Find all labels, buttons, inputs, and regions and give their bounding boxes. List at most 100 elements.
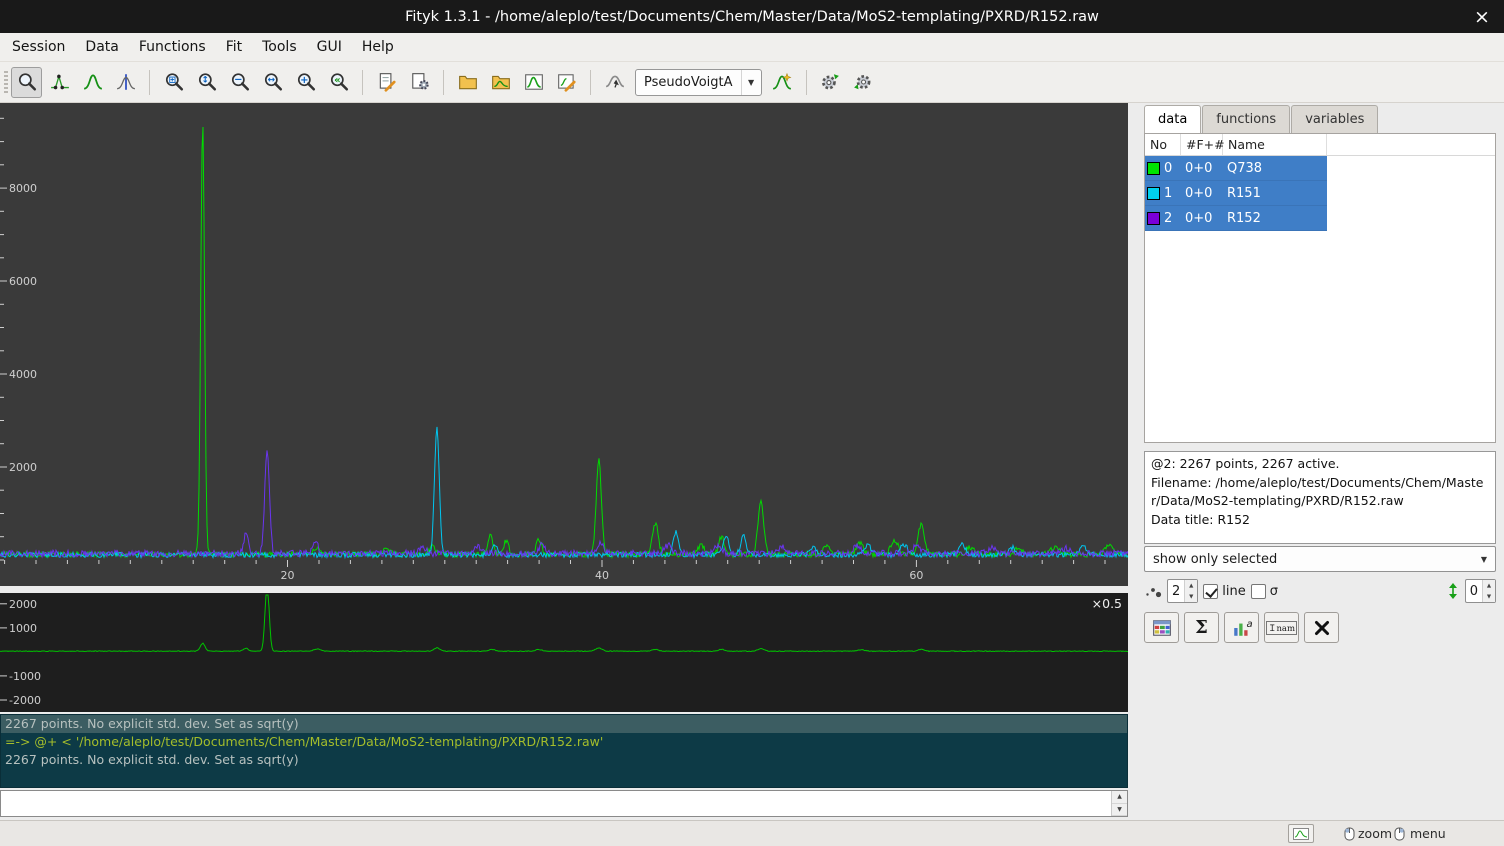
line-checkbox-label: line xyxy=(1222,584,1245,599)
menu-help[interactable]: Help xyxy=(352,33,404,61)
open-data-icon xyxy=(458,72,478,92)
auto-add-peak-button[interactable] xyxy=(767,67,798,98)
svg-text:4000: 4000 xyxy=(9,368,37,381)
gui-settings-button[interactable] xyxy=(404,67,435,98)
sidebar-tabs: data functions variables xyxy=(1144,105,1496,133)
line-checkbox[interactable]: line xyxy=(1203,584,1245,599)
add-peak-mode-button[interactable] xyxy=(77,67,108,98)
dataset-color-swatch[interactable] xyxy=(1147,187,1160,200)
zoom-out-button[interactable]: − xyxy=(224,67,255,98)
dataset-color-swatch[interactable] xyxy=(1147,212,1160,225)
status-plot-toggle-button[interactable] xyxy=(1288,824,1314,843)
spin-down-icon[interactable]: ▼ xyxy=(1185,591,1197,602)
close-button[interactable]: × xyxy=(1468,0,1496,33)
console-line: =-> @+ < '/home/aleplo/test/Documents/Ch… xyxy=(5,733,1123,751)
tab-data[interactable]: data xyxy=(1144,105,1201,133)
svg-text:2000: 2000 xyxy=(9,598,37,611)
command-input[interactable] xyxy=(0,790,1128,817)
peak-type-dropdown[interactable]: PseudoVoigtA ▼ xyxy=(635,69,762,96)
manual-fit-icon xyxy=(605,72,625,92)
tab-variables[interactable]: variables xyxy=(1291,105,1378,133)
point-size-spinner[interactable]: 2 ▲ ▼ xyxy=(1167,579,1198,603)
previous-zoom-button[interactable]: « xyxy=(323,67,354,98)
column-no[interactable]: No xyxy=(1145,134,1181,155)
open-data-button[interactable] xyxy=(452,67,483,98)
tab-functions[interactable]: functions xyxy=(1202,105,1290,133)
apply-function-icon: a xyxy=(1232,618,1252,638)
checkbox-box xyxy=(1203,584,1218,599)
dataset-row[interactable]: 1 0+0 R151 xyxy=(1145,181,1327,206)
edit-data-button[interactable] xyxy=(551,67,582,98)
zoom-vertical-button[interactable]: ↕ xyxy=(191,67,222,98)
sum-button[interactable]: Σ xyxy=(1184,612,1219,643)
sigma-checkbox[interactable]: σ xyxy=(1251,584,1278,599)
zoom-all-button[interactable]: ⊞ xyxy=(158,67,189,98)
edit-script-button[interactable] xyxy=(371,67,402,98)
menu-tools[interactable]: Tools xyxy=(252,33,307,61)
info-points: @2: 2267 points, 2267 active. xyxy=(1151,455,1489,474)
zoom-mode-icon xyxy=(17,72,37,92)
shift-spinner[interactable]: 0 ▲ ▼ xyxy=(1465,579,1496,603)
delete-dataset-button[interactable] xyxy=(1304,612,1339,643)
output-console[interactable]: 2267 points. No explicit std. dev. Set a… xyxy=(0,714,1128,788)
point-size-icon xyxy=(1144,582,1162,600)
command-input-row: ▲ ▼ xyxy=(0,790,1128,817)
svg-text:6000: 6000 xyxy=(9,275,37,288)
menu-gui[interactable]: GUI xyxy=(307,33,352,61)
sigma-checkbox-label: σ xyxy=(1270,584,1278,599)
dataset-list-panel[interactable]: No #F+# Name 0 0+0 Q738 1 0+0 R151 2 0+0… xyxy=(1144,133,1496,443)
spin-up-icon[interactable]: ▲ xyxy=(1112,791,1127,804)
revert-data-icon xyxy=(524,72,544,92)
spin-down-icon[interactable]: ▼ xyxy=(1112,804,1127,817)
zoom-mode-button[interactable] xyxy=(11,67,42,98)
spin-up-icon[interactable]: ▲ xyxy=(1483,580,1495,591)
undo-fit-button[interactable] xyxy=(848,67,879,98)
column-name[interactable]: Name xyxy=(1223,134,1327,155)
toolbar-separator xyxy=(362,70,363,95)
dataset-row[interactable]: 0 0+0 Q738 xyxy=(1145,156,1327,181)
toolbar-gripper[interactable] xyxy=(4,69,8,95)
spin-up-icon[interactable]: ▲ xyxy=(1185,580,1197,591)
auxiliary-plot[interactable]: 20001000-1000-2000 ×0.5 xyxy=(0,593,1128,712)
zoom-in-icon: + xyxy=(296,72,316,92)
run-fit-button[interactable] xyxy=(815,67,846,98)
auxiliary-plot-canvas: 20001000-1000-2000 xyxy=(0,593,1128,712)
menu-bar: Session Data Functions Fit Tools GUI Hel… xyxy=(0,33,1504,62)
zoom-in-button[interactable]: + xyxy=(290,67,321,98)
column-functions[interactable]: #F+# xyxy=(1181,134,1223,155)
rename-button[interactable]: Ｉnam xyxy=(1264,612,1299,643)
spin-down-icon[interactable]: ▼ xyxy=(1483,591,1495,602)
svg-text:a: a xyxy=(1246,618,1252,629)
data-table-button[interactable] xyxy=(1144,612,1179,643)
dataset-row[interactable]: 2 0+0 R152 xyxy=(1145,206,1327,231)
vertical-line-mode-button[interactable] xyxy=(110,67,141,98)
svg-text:+: + xyxy=(300,75,308,86)
edit-data-icon xyxy=(557,72,577,92)
dataset-name: R151 xyxy=(1222,186,1326,201)
show-filter-dropdown[interactable]: show only selected ▼ xyxy=(1144,546,1496,572)
status-menu-label: menu xyxy=(1410,826,1446,841)
mouse-right-icon xyxy=(1394,827,1405,844)
toolbar: ⊞ ↕ − ↔ + « xyxy=(0,62,1504,103)
zoom-horizontal-button[interactable]: ↔ xyxy=(257,67,288,98)
menu-functions[interactable]: Functions xyxy=(129,33,216,61)
main-plot-canvas: 2040602000400060008000 xyxy=(0,103,1128,586)
dataset-info: @2: 2267 points, 2267 active. Filename: … xyxy=(1144,451,1496,544)
menu-session[interactable]: Session xyxy=(2,33,75,61)
menu-fit[interactable]: Fit xyxy=(216,33,252,61)
plot-splitter[interactable] xyxy=(0,586,1128,593)
shift-value: 0 xyxy=(1466,584,1482,599)
info-title: Data title: R152 xyxy=(1151,511,1489,530)
main-plot[interactable]: 2040602000400060008000 xyxy=(0,103,1128,586)
svg-text:2000: 2000 xyxy=(9,461,37,474)
open-recent-data-button[interactable] xyxy=(485,67,516,98)
apply-function-button[interactable]: a xyxy=(1224,612,1259,643)
data-range-mode-button[interactable] xyxy=(44,67,75,98)
revert-data-button[interactable] xyxy=(518,67,549,98)
toolbar-separator xyxy=(149,70,150,95)
dataset-color-swatch[interactable] xyxy=(1147,162,1160,175)
manual-fit-button[interactable] xyxy=(599,67,630,98)
rename-icon: Ｉnam xyxy=(1266,621,1297,635)
menu-data[interactable]: Data xyxy=(75,33,128,61)
svg-text:−: − xyxy=(234,75,242,86)
